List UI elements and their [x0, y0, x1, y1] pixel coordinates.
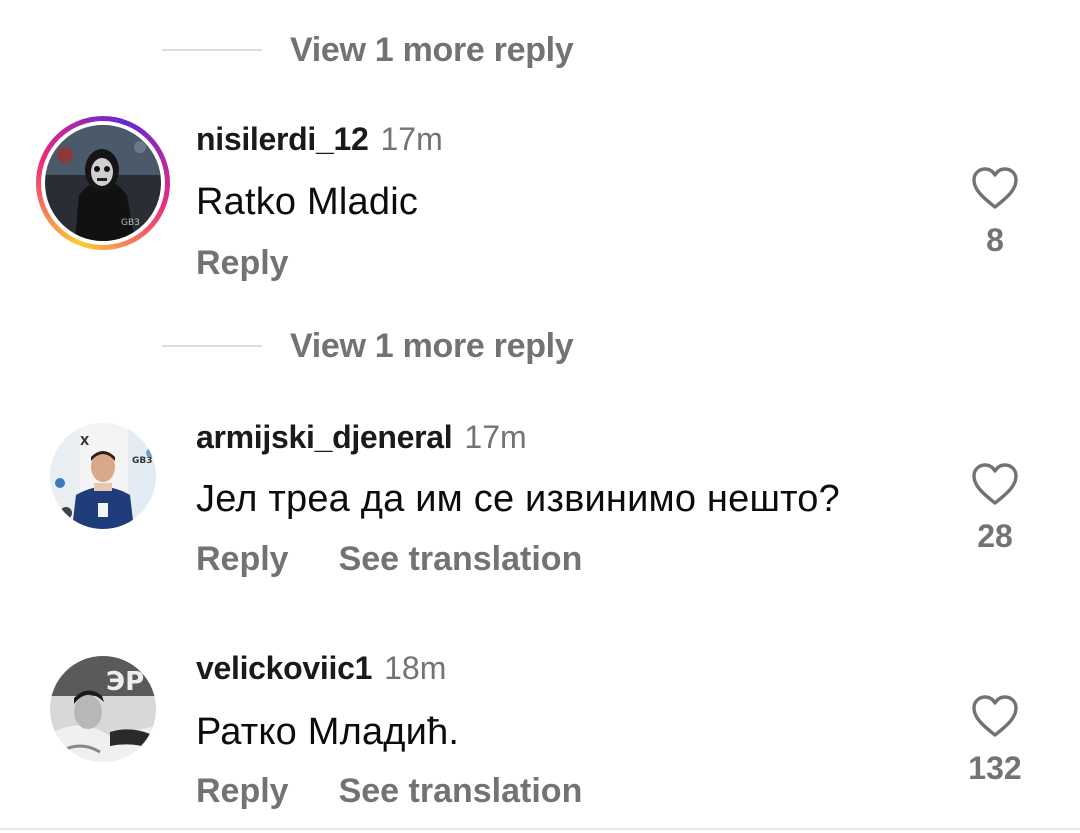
view-more-replies-label: View 1 more reply [290, 326, 574, 365]
comment-actions: Reply See translation [196, 772, 632, 811]
reply-button[interactable]: Reply [196, 772, 289, 811]
see-translation-button[interactable]: See translation [339, 540, 583, 579]
heart-icon [972, 463, 1018, 505]
reply-button[interactable]: Reply [196, 540, 289, 579]
view-more-replies-label: View 1 more reply [290, 30, 574, 69]
reply-thread-line [162, 49, 262, 51]
like-count: 132 [968, 750, 1022, 786]
comment-meta: armijski_djeneral 17m [196, 419, 527, 456]
like-button[interactable]: 132 [950, 694, 1040, 787]
like-count: 8 [986, 222, 1004, 258]
reply-button[interactable]: Reply [196, 244, 289, 283]
view-more-replies-button[interactable]: View 1 more reply [162, 28, 574, 72]
like-count: 28 [977, 518, 1013, 554]
heart-icon [972, 695, 1018, 737]
reply-thread-line [162, 345, 262, 347]
comment-text: Ратко Младић. [196, 711, 460, 753]
svg-text:X: X [80, 434, 90, 448]
like-button[interactable]: 28 [950, 462, 1040, 555]
story-ring[interactable]: GB3 [36, 116, 170, 250]
username[interactable]: velickoviic1 [196, 650, 372, 687]
timestamp: 17m [380, 121, 443, 157]
svg-text:ЭР: ЭР [106, 667, 144, 697]
avatar[interactable]: ЭР [50, 656, 156, 762]
comment-meta: velickoviic1 18m [196, 650, 446, 687]
timestamp: 18m [384, 650, 447, 686]
comment-text: Јел треа да им се извинимо нешто? [196, 478, 840, 520]
svg-text:GB3: GB3 [132, 456, 153, 466]
view-more-replies-button[interactable]: View 1 more reply [162, 324, 574, 368]
timestamp: 17m [464, 419, 527, 455]
heart-icon [972, 167, 1018, 209]
comment-actions: Reply See translation [196, 540, 632, 579]
avatar: GB3 [45, 125, 161, 241]
username[interactable]: armijski_djeneral [196, 419, 453, 456]
divider [0, 828, 1080, 830]
see-translation-button[interactable]: See translation [339, 772, 583, 811]
like-button[interactable]: 8 [950, 166, 1040, 259]
username[interactable]: nisilerdi_12 [196, 121, 369, 158]
avatar[interactable]: X GB3 [50, 423, 156, 529]
comment-meta: nisilerdi_12 17m [196, 121, 443, 158]
comment-actions: Reply [196, 244, 339, 283]
comment-text: Ratko Mladic [196, 181, 419, 223]
svg-text:GB3: GB3 [121, 218, 140, 228]
